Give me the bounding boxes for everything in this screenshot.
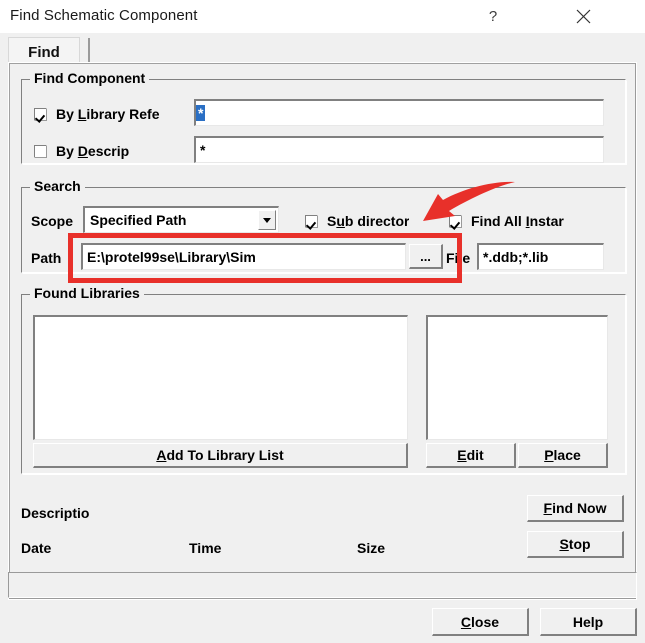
window-title: Find Schematic Component [10,7,198,24]
place-label: Place [544,447,581,463]
close-label: Close [460,613,500,630]
description-input[interactable]: * [194,136,604,163]
find-component-legend: Find Component [30,70,150,86]
close-icon[interactable] [560,0,606,33]
edit-label: Edit [457,447,484,463]
time-column-label: Time [189,540,222,556]
browse-path-label: ... [420,248,431,264]
tab-strip: Find [0,33,645,67]
selected-libraries-list[interactable] [426,315,608,440]
sub-directories-checkbox[interactable]: Sub director [305,213,409,229]
by-description-checkbox-box[interactable] [34,144,47,158]
library-reference-value: * [196,105,206,121]
sub-directories-label: Sub director [327,213,410,229]
found-libraries-legend: Found Libraries [30,285,144,301]
found-libraries-list[interactable] [33,315,408,440]
sub-directories-checkbox-box[interactable] [305,214,318,228]
chevron-down-icon[interactable] [258,210,276,230]
by-description-checkbox[interactable]: By Descrip [34,143,194,159]
help-button[interactable]: Help [540,608,637,636]
help-icon[interactable]: ? [470,0,516,33]
path-label: Path [31,250,62,266]
find-tab-panel: Find Component By Library Refe * By Desc… [8,62,637,600]
by-library-reference-checkbox-box[interactable] [34,107,47,121]
file-filter-value: *.ddb;*.lib [483,249,549,265]
status-panel [8,572,637,598]
help-label: Help [572,613,604,630]
title-bar: Find Schematic Component ? [0,0,645,34]
search-legend: Search [30,178,85,194]
edit-button[interactable]: Edit [426,443,516,468]
tab-separator [88,38,90,64]
stop-button[interactable]: Stop [527,531,624,558]
add-to-library-list-button[interactable]: Add To Library List [33,443,408,468]
close-button[interactable]: Close [432,608,529,636]
stop-label: Stop [559,536,591,552]
find-now-button[interactable]: Find Now [527,495,624,522]
by-description-label: By Descrip [56,143,130,159]
browse-path-button[interactable]: ... [409,244,443,269]
tab-find-label: Find [28,44,60,61]
find-schematic-component-dialog: Find Schematic Component ? Find Find Com… [0,0,645,643]
path-value: E:\protel99se\Library\Sim [87,249,256,265]
date-column-label: Date [21,540,52,556]
description-column-label: Descriptio [21,505,90,521]
find-all-instances-label: Find All Instar [471,213,564,229]
by-library-reference-checkbox[interactable]: By Library Refe [34,106,194,122]
place-button[interactable]: Place [518,443,608,468]
scope-value: Specified Path [90,212,187,228]
find-all-instances-checkbox[interactable]: Find All Instar [449,213,564,229]
description-value: * [200,142,206,158]
by-library-reference-label: By Library Refe [56,106,160,122]
add-to-library-list-label: Add To Library List [156,447,284,463]
size-column-label: Size [357,540,386,556]
scope-label: Scope [31,213,74,229]
path-input[interactable]: E:\protel99se\Library\Sim [81,243,406,270]
scope-dropdown[interactable]: Specified Path [83,206,279,233]
find-all-instances-checkbox-box[interactable] [449,214,462,228]
find-now-label: Find Now [543,500,607,516]
file-label: File [446,250,471,266]
file-filter-input[interactable]: *.ddb;*.lib [477,243,604,270]
library-reference-input[interactable]: * [194,99,604,126]
